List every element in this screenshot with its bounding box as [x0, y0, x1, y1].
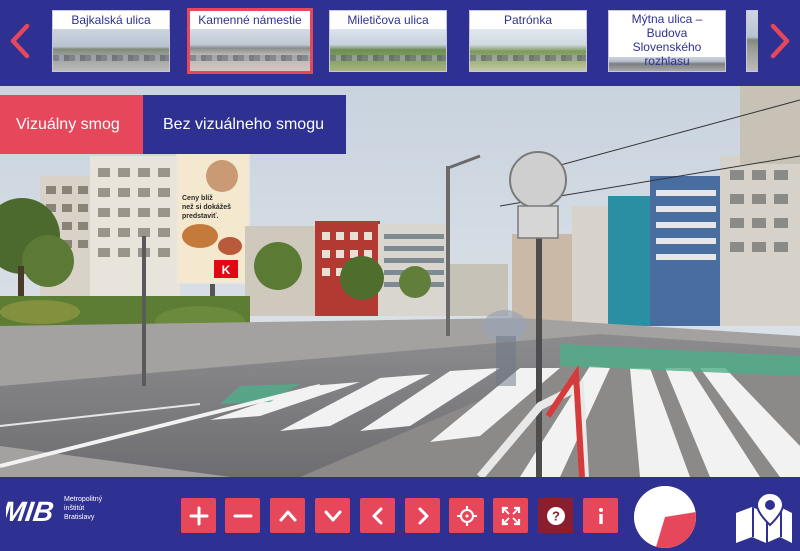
question-icon: ?	[546, 506, 565, 525]
chevron-left-icon	[10, 23, 30, 59]
mib-logo-mark-text: MIB	[6, 496, 56, 527]
billboard-line-2: než si dokážeš	[182, 204, 231, 211]
compass-indicator[interactable]	[634, 486, 696, 548]
gyroscope-button[interactable]	[449, 498, 484, 533]
thumbnail-bajkalska[interactable]: Bajkalská ulica	[52, 10, 170, 72]
svg-text:?: ?	[552, 508, 560, 523]
fullscreen-button[interactable]	[493, 498, 528, 533]
location-strip: Bajkalská ulica Kamenné námestie Miletič…	[0, 0, 800, 86]
visual-smog-button[interactable]: Vizuálny smog	[0, 95, 143, 154]
thumbnail-patronka[interactable]: Patrónka	[469, 10, 587, 72]
info-icon	[598, 507, 603, 524]
previous-location-button[interactable]	[2, 18, 38, 64]
next-location-button[interactable]	[762, 18, 798, 64]
billboard-line-3: predstaviť.	[182, 213, 218, 220]
info-button[interactable]	[583, 498, 618, 533]
thumbnail-mytna-ulica[interactable]: Mýtna ulica – Budova Slovenského rozhlas…	[608, 10, 726, 72]
logo-line-1: Metropolitný	[64, 496, 103, 503]
thumbnail-label: Kamenné námestie	[190, 11, 310, 29]
billboard-line-1: Ceny blíž	[182, 195, 213, 202]
chevron-up-icon	[279, 510, 296, 521]
mib-logo-text: Metropolitný inštitút Bratislavy	[64, 495, 124, 522]
help-button[interactable]: ?	[538, 498, 573, 533]
map-button[interactable]	[734, 491, 794, 545]
thumbnail-image	[53, 27, 169, 71]
mib-logo-mark: MIB	[0, 496, 56, 527]
pan-up-button[interactable]	[270, 498, 305, 533]
chevron-down-icon	[324, 510, 341, 521]
thumbnail-mileticova[interactable]: Miletičova ulica	[329, 10, 447, 72]
pan-right-button[interactable]	[405, 498, 440, 533]
mib-logo[interactable]: MIB Metropolitný inštitút Bratislavy	[0, 485, 156, 547]
map-icon	[736, 491, 792, 543]
thumbnail-label: Mýtna ulica – Budova Slovenského rozhlas…	[609, 11, 725, 68]
thumbnail-image	[330, 27, 446, 71]
zoom-out-button[interactable]	[225, 498, 260, 533]
thumbnail-label: Patrónka	[470, 11, 586, 29]
compass-icon	[634, 486, 696, 548]
thumbnail-image	[747, 11, 758, 71]
thumbnail-image	[190, 27, 310, 71]
billboard-brand: K	[222, 263, 231, 277]
chevron-left-icon	[372, 507, 382, 524]
thumbnail-kamenne-namestie[interactable]: Kamenné námestie	[187, 8, 313, 74]
thumbnail-image	[470, 27, 586, 71]
bottom-toolbar: MIB Metropolitný inštitút Bratislavy ?	[0, 477, 800, 551]
chevron-right-icon	[418, 507, 428, 524]
fullscreen-icon	[501, 506, 520, 525]
location-thumbnails: Bajkalská ulica Kamenné námestie Miletič…	[52, 8, 758, 74]
minus-icon	[233, 514, 252, 517]
logo-line-2: inštitút	[64, 505, 85, 512]
chevron-right-icon	[770, 23, 790, 59]
thumbnail-label: Bajkalská ulica	[53, 11, 169, 29]
pan-left-button[interactable]	[360, 498, 395, 533]
plus-icon	[189, 506, 208, 525]
thumbnail-next-partial[interactable]	[746, 10, 758, 72]
no-visual-smog-button[interactable]: Bez vizuálneho smogu	[143, 95, 346, 154]
crosshair-icon	[456, 505, 477, 526]
thumbnail-label: Miletičova ulica	[330, 11, 446, 29]
pan-down-button[interactable]	[315, 498, 350, 533]
smog-mode-toggle: Vizuálny smog Bez vizuálneho smogu	[0, 95, 346, 154]
zoom-in-button[interactable]	[181, 498, 216, 533]
logo-line-3: Bratislavy	[64, 514, 95, 521]
